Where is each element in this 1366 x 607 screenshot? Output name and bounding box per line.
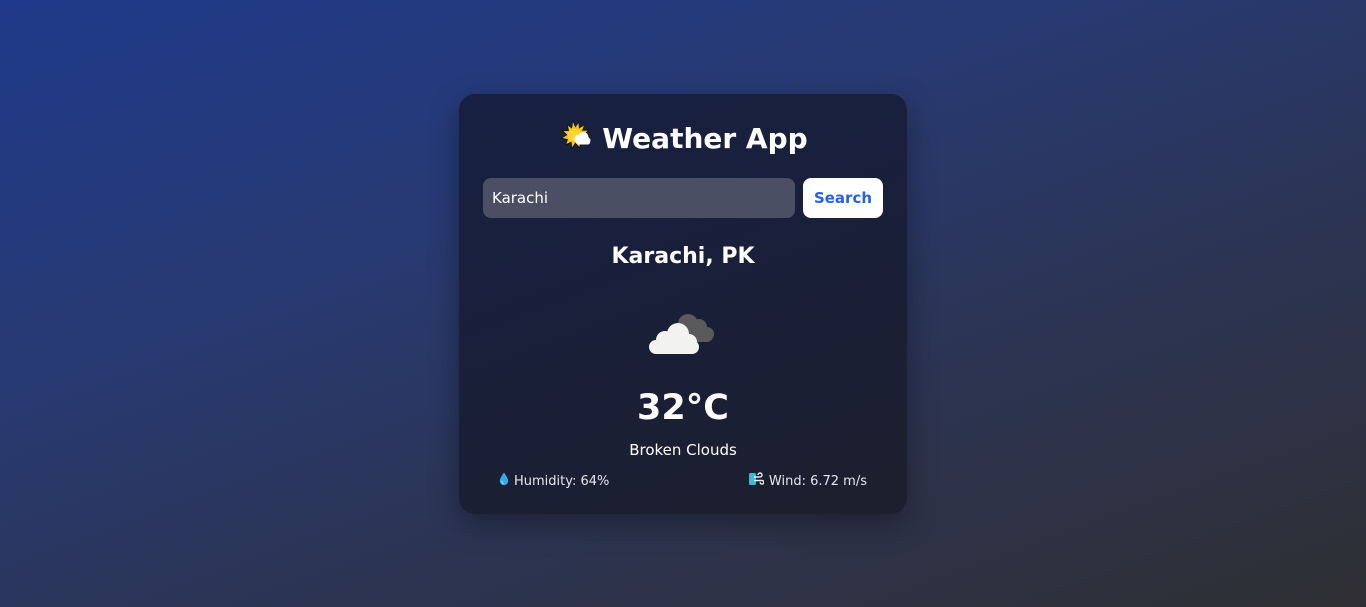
wind-label: Wind: 6.72 m/s xyxy=(768,473,867,489)
search-bar: Search xyxy=(483,178,883,218)
search-button[interactable]: Search xyxy=(803,178,883,218)
app-title: Weather App xyxy=(602,121,808,155)
weather-card: Weather App Search Karachi, PK 32°C Brok… xyxy=(459,94,907,514)
sun-behind-cloud-icon xyxy=(558,119,592,157)
humidity-detail: Humidity: 64% xyxy=(499,472,609,490)
app-header: Weather App xyxy=(459,118,907,158)
wind-detail: Wind: 6.72 m/s xyxy=(748,472,867,490)
weather-details: Humidity: 64% Wind: 6.72 m/s xyxy=(499,472,867,490)
location-name: Karachi, PK xyxy=(611,244,755,269)
city-search-input[interactable] xyxy=(483,178,795,218)
temperature-value: 32°C xyxy=(637,388,729,428)
humidity-label: Humidity: 64% xyxy=(514,473,610,489)
wind-icon xyxy=(748,472,765,490)
weather-description: Broken Clouds xyxy=(629,441,737,459)
droplet-icon xyxy=(499,472,509,490)
broken-clouds-icon xyxy=(643,302,723,362)
